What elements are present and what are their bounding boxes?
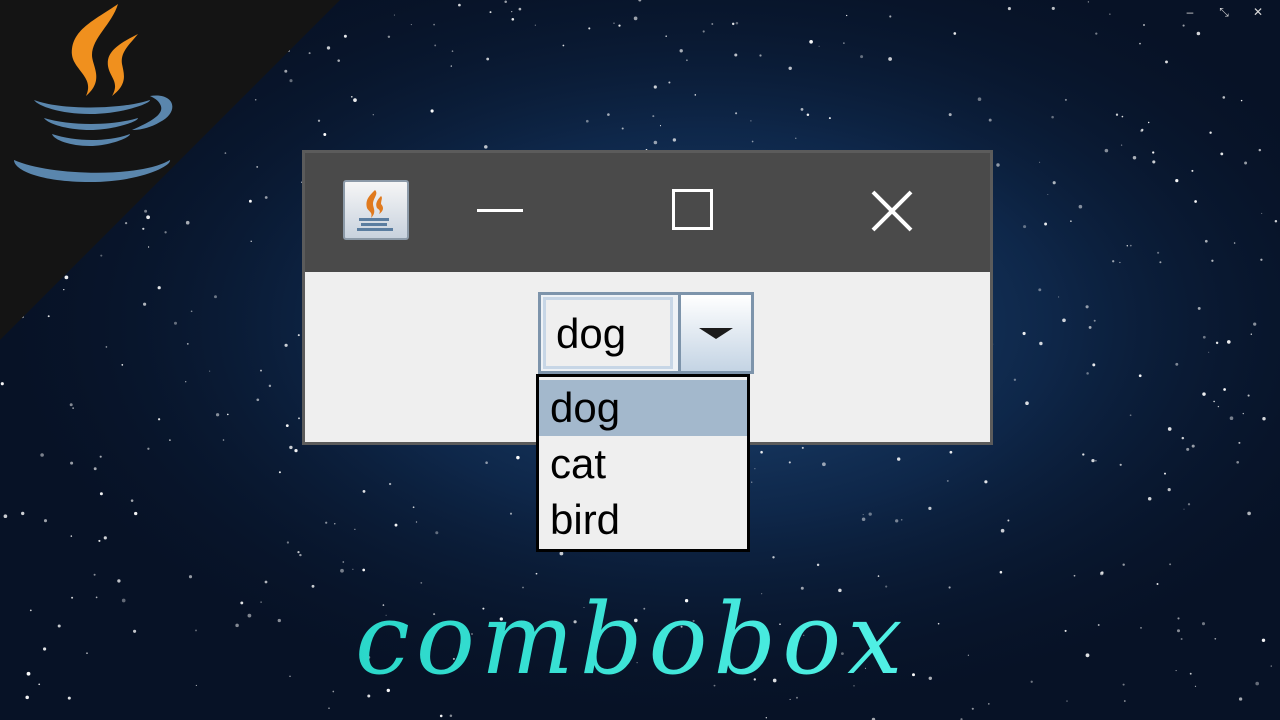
screen-minimize-icon[interactable]: – <box>1176 2 1204 22</box>
screen-controls: – ⤡ ✕ <box>1176 2 1272 22</box>
combo-field[interactable]: dog <box>543 297 673 369</box>
list-item-bird[interactable]: bird <box>539 492 747 548</box>
chevron-down-icon <box>699 328 733 339</box>
minimize-button[interactable] <box>477 207 523 213</box>
caption-title: combobox <box>355 585 955 695</box>
combo-box[interactable]: dog <box>538 292 754 374</box>
combo-dropdown-list: dog cat bird <box>536 374 750 552</box>
combo-arrow-button[interactable] <box>678 295 751 371</box>
screen-restore-icon[interactable]: ⤡ <box>1210 2 1238 22</box>
java-cup-icon[interactable] <box>343 180 409 240</box>
maximize-button[interactable] <box>672 189 713 230</box>
list-item-dog[interactable]: dog <box>539 380 747 436</box>
close-button[interactable] <box>870 189 914 233</box>
window-titlebar[interactable] <box>305 153 990 272</box>
list-item-cat[interactable]: cat <box>539 436 747 492</box>
java-logo-icon <box>14 4 173 182</box>
screen-close-icon[interactable]: ✕ <box>1244 2 1272 22</box>
combo-selected-value: dog <box>556 310 627 357</box>
